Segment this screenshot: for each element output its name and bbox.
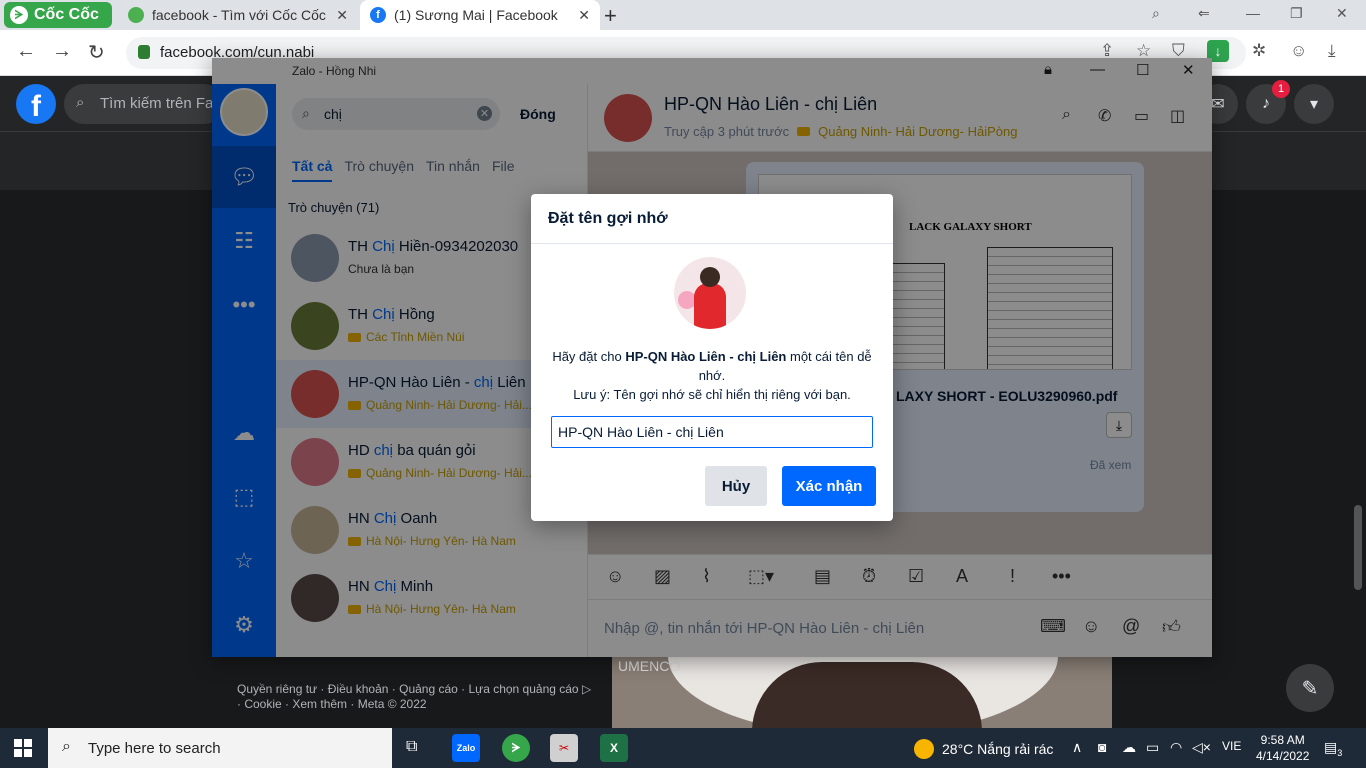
download-icon[interactable]: ⤓ <box>1328 41 1336 61</box>
nickname-dialog: Đặt tên gợi nhớ Hãy đặt cho HP-QN Hào Li… <box>531 194 893 521</box>
new-tab-button[interactable]: + <box>604 3 617 29</box>
close-tab-icon[interactable]: ✕ <box>336 7 348 24</box>
facebook-tab-icon: f <box>370 7 386 23</box>
task-view-icon[interactable]: ⧉ <box>406 738 417 756</box>
dialog-title: Đặt tên gợi nhớ <box>531 194 893 244</box>
close-window-button[interactable]: ✕ <box>1336 5 1348 22</box>
wifi-icon[interactable]: ◠ <box>1170 739 1182 756</box>
profile-icon[interactable]: ☺ <box>1290 41 1307 61</box>
page-scrollbar[interactable] <box>1354 505 1362 590</box>
facebook-logo[interactable]: f <box>16 84 56 124</box>
cancel-button[interactable]: Hủy <box>705 466 767 506</box>
language-indicator[interactable]: VIE <box>1222 739 1241 753</box>
facebook-search-input[interactable]: ⌕ Tìm kiếm trên Fac <box>64 84 224 124</box>
weather-widget[interactable]: 28°C Nắng rải rác <box>914 739 1053 759</box>
tab-facebook[interactable]: f (1) Sương Mai | Facebook ✕ <box>360 0 600 30</box>
tab-coccoc-search[interactable]: facebook - Tìm với Cốc Cốc ✕ <box>118 0 358 30</box>
start-button[interactable] <box>14 739 32 757</box>
search-icon: ⌕ <box>62 738 71 755</box>
new-message-button[interactable]: ✎ <box>1286 664 1334 712</box>
notification-center-icon[interactable]: ▤3 <box>1324 739 1342 758</box>
window-search-icon[interactable]: ⌕ <box>1152 5 1160 22</box>
photo-sign-text: UMENCO <box>618 658 681 674</box>
search-icon: ⌕ <box>76 94 85 111</box>
meet-icon[interactable]: ◙ <box>1098 739 1106 755</box>
snipping-tool-icon[interactable]: ✂ <box>550 734 578 762</box>
minimize-button[interactable]: — <box>1246 5 1260 21</box>
reload-button[interactable]: ↻ <box>88 40 105 65</box>
windows-taskbar: ⌕ Type here to search ⧉ Zalo ᗒ ✂ X 28°C N… <box>0 728 1366 768</box>
battery-icon[interactable]: ▭ <box>1146 739 1159 756</box>
coccoc-app-icon[interactable]: ᗒ <box>502 734 530 762</box>
coccoc-logo[interactable]: ᗒ Cốc Cốc <box>4 2 112 28</box>
volume-icon[interactable]: ◁× <box>1192 739 1211 756</box>
nickname-input[interactable]: HP-QN Hào Liên - chị Liên <box>551 416 873 448</box>
extensions-icon[interactable]: ✲ <box>1252 41 1266 61</box>
coccoc-tab-icon <box>128 7 144 23</box>
lock-icon <box>138 45 150 59</box>
back-button[interactable]: ← <box>16 40 36 63</box>
taskbar-search-input[interactable]: ⌕ Type here to search <box>48 728 392 768</box>
tray-overflow-icon[interactable]: ∧ <box>1072 739 1082 756</box>
maximize-button[interactable]: ❐ <box>1290 5 1303 22</box>
avatar <box>674 257 746 329</box>
zalo-app-icon[interactable]: Zalo <box>452 734 480 762</box>
facebook-post-photo[interactable]: UMENCO <box>612 656 1112 728</box>
browser-tabbar: ᗒ Cốc Cốc facebook - Tìm với Cốc Cốc ✕ f (1… <box>0 0 1366 30</box>
close-tab-icon[interactable]: ✕ <box>578 7 590 24</box>
forward-button[interactable]: → <box>52 40 72 63</box>
onedrive-icon[interactable]: ☁ <box>1122 739 1136 756</box>
excel-app-icon[interactable]: X <box>600 734 628 762</box>
confirm-button[interactable]: Xác nhận <box>782 466 876 506</box>
back-icon[interactable]: ⇐ <box>1198 5 1210 22</box>
photo-person <box>752 662 982 728</box>
weather-sun-icon <box>914 739 934 759</box>
facebook-footer-links[interactable]: Quyền riêng tư · Điều khoản · Quảng cáo … <box>237 682 597 712</box>
account-menu-icon[interactable]: ▾ <box>1294 84 1334 124</box>
clock[interactable]: 9:58 AM 4/14/2022 <box>1256 732 1309 764</box>
dialog-message: Hãy đặt cho HP-QN Hào Liên - chị Liên mộ… <box>552 349 872 402</box>
notification-badge: 1 <box>1272 80 1290 98</box>
